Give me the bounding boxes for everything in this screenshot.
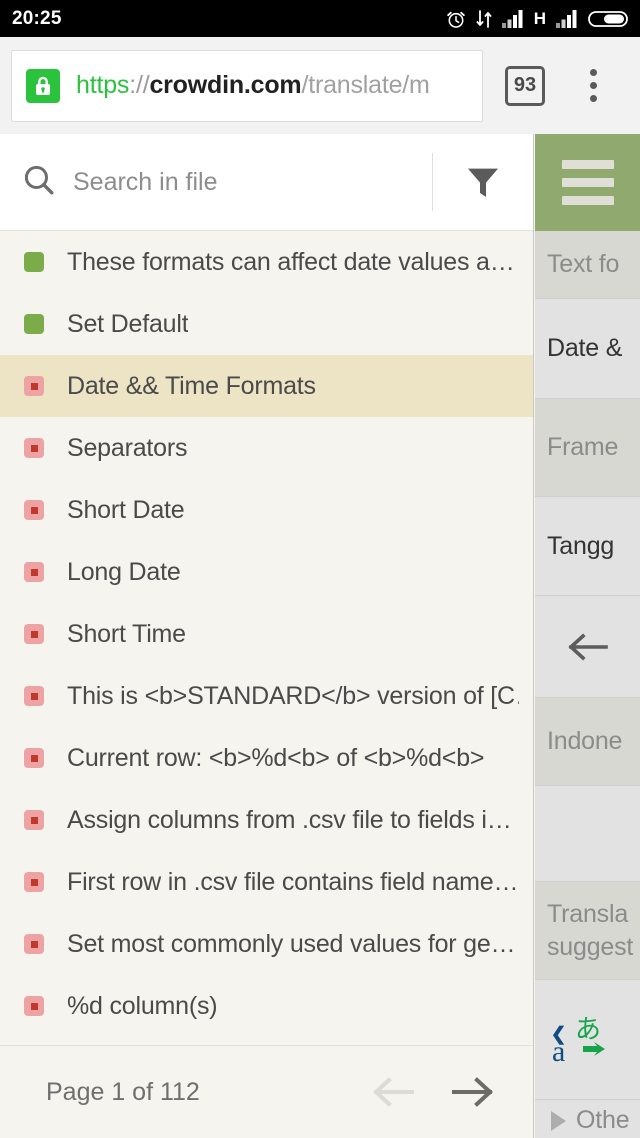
string-list-item[interactable]: %d column(s) <box>0 975 533 1037</box>
string-list-item[interactable]: These formats can affect date values a… <box>0 231 533 293</box>
target-language-row[interactable]: Indone <box>535 698 640 786</box>
string-list-item-label: This is <b>STANDARD</b> version of [C… <box>67 681 519 710</box>
url-host: crowdin.com <box>149 71 302 99</box>
status-bar-clock: 20:25 <box>12 7 62 29</box>
status-untranslated-icon <box>24 562 44 582</box>
source-text-label: Date & <box>547 334 623 362</box>
battery-icon <box>588 10 628 27</box>
string-list-item-label: Short Time <box>67 619 186 648</box>
translation-panel: Text fo Date & Frame Tangg Indone Transl… <box>535 134 640 1138</box>
mobile-browser-screen: 20:25 H https://crowdin.com/translate/m … <box>0 0 640 1138</box>
string-list-item-label: Date && Time Formats <box>67 371 316 400</box>
string-list-item[interactable]: Long Date <box>0 541 533 603</box>
string-list-item-label: Separators <box>67 433 188 462</box>
search-bar <box>0 134 533 231</box>
string-list-item-label: %d column(s) <box>67 991 218 1020</box>
string-list[interactable]: These formats can affect date values a… S… <box>0 231 533 1045</box>
string-list-item[interactable]: Current row: <b>%d<b> of <b>%d<b> <box>0 727 533 789</box>
pagination-bar: Page 1 of 112 <box>0 1045 533 1138</box>
arrow-left-icon <box>567 632 608 661</box>
string-list-item-label: Short Date <box>67 495 185 524</box>
string-list-item-label: Assign columns from .csv file to fields … <box>67 805 512 834</box>
translation-editor-area[interactable] <box>535 786 640 882</box>
url-separator: :// <box>129 71 150 99</box>
page-indicator: Page 1 of 112 <box>46 1077 200 1106</box>
string-list-item[interactable]: Date && Time Formats <box>0 355 533 417</box>
other-section-row[interactable]: Othe <box>535 1100 640 1138</box>
translation-value-label: Tangg <box>547 531 615 560</box>
string-list-item-label: These formats can affect date values a… <box>67 247 515 276</box>
suggestions-header-line2: suggest <box>547 932 634 961</box>
string-list-item-label: Long Date <box>67 557 181 586</box>
url-text[interactable]: https://crowdin.com/translate/m <box>76 71 430 100</box>
search-icon <box>22 163 56 202</box>
google-translate-icon: a あ <box>552 1014 605 1068</box>
back-button[interactable] <box>535 596 640 698</box>
status-untranslated-icon <box>24 996 44 1016</box>
status-untranslated-icon <box>24 872 44 892</box>
network-type-label: H <box>533 9 546 28</box>
status-untranslated-icon <box>24 686 44 706</box>
status-approved-icon <box>24 252 44 272</box>
status-untranslated-icon <box>24 438 44 458</box>
lock-icon[interactable] <box>26 68 60 103</box>
tab-counter-button[interactable]: 93 <box>505 65 545 106</box>
string-list-item[interactable]: Short Date <box>0 479 533 541</box>
other-section-label: Othe <box>576 1106 630 1134</box>
context-frame-label: Frame <box>547 433 619 461</box>
string-list-item[interactable]: Separators <box>0 417 533 479</box>
triangle-right-icon <box>551 1110 566 1131</box>
string-list-item-label: Set most commonly used values for ge… <box>67 929 516 958</box>
filter-funnel-icon[interactable] <box>433 134 533 231</box>
status-bar-icons: H <box>445 8 628 30</box>
status-untranslated-icon <box>24 934 44 954</box>
string-list-item[interactable]: First row in .csv file contains field na… <box>0 851 533 913</box>
string-list-item[interactable]: This is <b>STANDARD</b> version of [C… <box>0 665 533 727</box>
search-input[interactable] <box>73 167 432 197</box>
string-list-item[interactable]: Set most commonly used values for ge… <box>0 913 533 975</box>
url-path: /translate/m <box>301 71 430 99</box>
string-list-item[interactable]: Set Default <box>0 293 533 355</box>
signal-bars-icon-2 <box>556 10 577 28</box>
signal-bars-icon <box>501 10 523 28</box>
context-frame-row: Frame <box>535 399 640 497</box>
url-scheme: https <box>76 71 130 99</box>
status-approved-icon <box>24 314 44 334</box>
source-text-value: Date & <box>535 299 640 399</box>
string-list-item[interactable]: Short Time <box>0 603 533 665</box>
data-transfer-icon <box>476 9 492 28</box>
string-list-item-label: Set Default <box>67 309 189 338</box>
hamburger-menu-icon[interactable] <box>561 160 614 205</box>
translation-input[interactable]: Tangg <box>535 497 640 596</box>
status-untranslated-icon <box>24 748 44 768</box>
pagination-buttons <box>365 1064 501 1120</box>
alarm-clock-icon <box>446 11 465 28</box>
svg-text:あ: あ <box>575 1014 601 1044</box>
status-untranslated-icon <box>24 376 44 396</box>
android-status-bar: 20:25 H <box>0 0 640 37</box>
suggestions-header-line1: Transla <box>547 900 629 928</box>
status-untranslated-icon <box>24 624 44 644</box>
target-language-label: Indone <box>547 727 623 755</box>
previous-page-button[interactable] <box>365 1064 421 1120</box>
kebab-menu-icon[interactable] <box>578 66 608 106</box>
suggestions-header: Transla suggest <box>535 882 640 980</box>
string-list-item-label: First row in .csv file contains field na… <box>67 867 519 896</box>
string-list-item-label: Current row: <b>%d<b> of <b>%d<b> <box>67 743 485 772</box>
browser-toolbar: https://crowdin.com/translate/m 93 <box>0 37 640 134</box>
source-text-header-label: Text fo <box>547 250 620 278</box>
status-untranslated-icon <box>24 500 44 520</box>
next-page-button[interactable] <box>445 1064 501 1120</box>
status-untranslated-icon <box>24 810 44 830</box>
machine-translation-row[interactable]: a あ <box>535 980 640 1100</box>
string-list-item[interactable]: Assign columns from .csv file to fields … <box>0 789 533 851</box>
panel-top-bar <box>535 134 640 231</box>
source-text-header: Text fo <box>535 231 640 299</box>
file-strings-panel: These formats can affect date values a… S… <box>0 134 534 1138</box>
svg-text:a: a <box>552 1035 565 1068</box>
page-content: These formats can affect date values a… S… <box>0 134 640 1138</box>
url-bar[interactable]: https://crowdin.com/translate/m <box>11 49 483 122</box>
